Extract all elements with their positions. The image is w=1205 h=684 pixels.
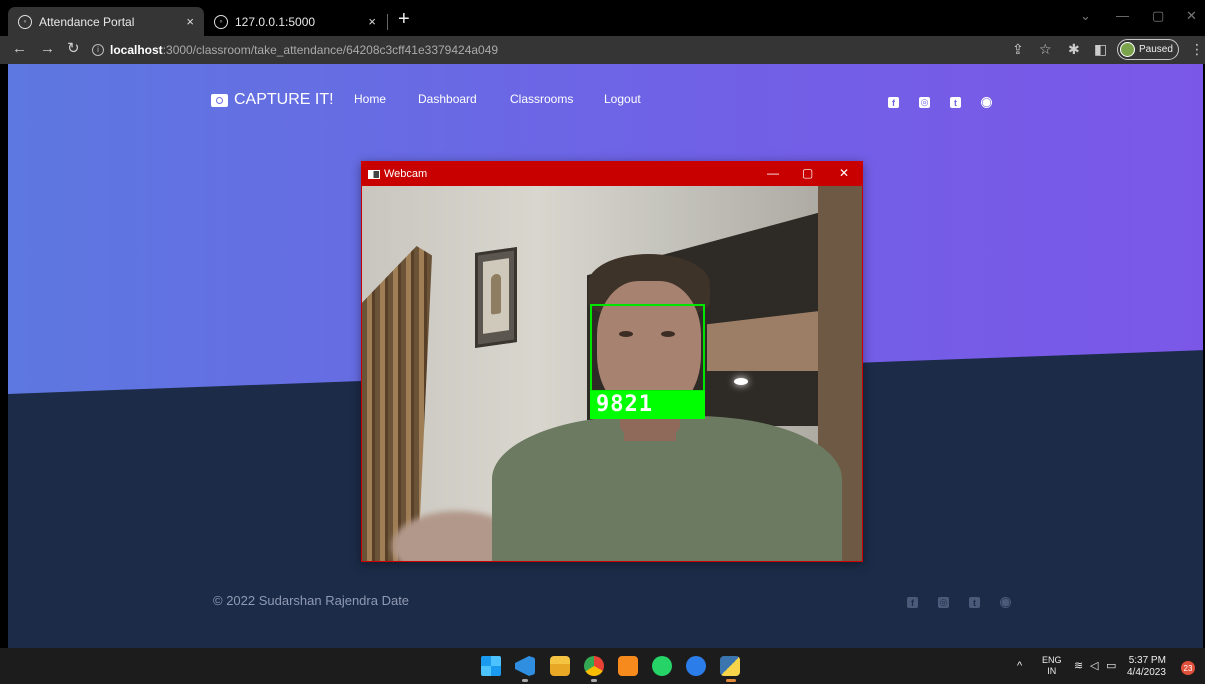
volume-icon[interactable]: ◁: [1090, 660, 1098, 672]
site-info-icon[interactable]: i: [92, 43, 104, 56]
facebook-icon[interactable]: f: [907, 597, 918, 608]
webcam-titlebar[interactable]: Webcam — ▢ ✕: [362, 162, 862, 186]
share-icon[interactable]: ⇪: [1012, 41, 1024, 57]
url-host: localhost: [110, 42, 163, 57]
nav-dashboard[interactable]: Dashboard: [418, 92, 477, 106]
language-indicator[interactable]: ENG IN: [1042, 655, 1062, 677]
notification-badge[interactable]: 23: [1181, 661, 1195, 675]
twitter-icon[interactable]: t: [950, 97, 961, 108]
frame-picture: [483, 258, 509, 334]
whatsapp-icon[interactable]: [652, 656, 672, 676]
profile-status: Paused: [1139, 44, 1173, 55]
reload-button[interactable]: ↻: [67, 39, 80, 59]
webcam-maximize-button[interactable]: ▢: [802, 166, 813, 180]
avatar: [1120, 42, 1135, 57]
footer-social-links: f ◎ t ◯: [907, 597, 1011, 608]
nav-home[interactable]: Home: [354, 92, 386, 106]
sublime-text-icon[interactable]: [618, 656, 638, 676]
app-icon[interactable]: [686, 656, 706, 676]
language-top: ENG: [1042, 655, 1062, 665]
battery-icon[interactable]: ▭: [1106, 660, 1116, 672]
twitter-icon[interactable]: t: [969, 597, 980, 608]
frame-art: [491, 273, 501, 315]
profile-button[interactable]: Paused: [1117, 39, 1179, 60]
url-path: :3000/classroom/take_attendance/64208c3c…: [162, 42, 499, 57]
url-bar[interactable]: i localhost:3000/classroom/take_attendan…: [92, 39, 972, 60]
copyright-text: © 2022 Sudarshan Rajendra Date: [213, 593, 410, 608]
file-explorer-icon[interactable]: [550, 656, 570, 676]
side-panel-icon[interactable]: ◧: [1094, 41, 1107, 57]
new-tab-button[interactable]: +: [398, 9, 410, 29]
face-detection-box: [590, 304, 705, 392]
nav-classrooms[interactable]: Classrooms: [510, 92, 573, 106]
forward-button[interactable]: →: [40, 39, 55, 59]
globe-icon: ◦: [214, 14, 228, 29]
tab-attendance-portal[interactable]: ◦ Attendance Portal ×: [8, 7, 204, 36]
tab-close-icon[interactable]: ×: [368, 14, 376, 29]
chevron-up-icon[interactable]: ^: [1017, 660, 1022, 672]
language-bottom: IN: [1047, 666, 1057, 676]
instagram-icon[interactable]: ◎: [919, 97, 930, 108]
tab-close-icon[interactable]: ×: [186, 14, 194, 29]
clock-time: 5:37 PM: [1128, 655, 1166, 666]
github-icon[interactable]: ◯: [1000, 597, 1011, 608]
face-id-label: 9821: [590, 391, 705, 419]
camera-icon: [211, 93, 228, 107]
minimize-button[interactable]: —: [1116, 8, 1129, 23]
tab-title: 127.0.0.1:5000: [235, 14, 316, 29]
webcam-window[interactable]: Webcam — ▢ ✕ 9821: [361, 161, 863, 562]
back-button[interactable]: ←: [12, 39, 27, 59]
extensions-icon[interactable]: ✱: [1068, 41, 1080, 57]
menu-kebab-icon[interactable]: ⋮: [1190, 41, 1204, 57]
wifi-icon[interactable]: ≋: [1074, 660, 1083, 672]
facebook-icon[interactable]: f: [888, 97, 899, 108]
tab-title: Attendance Portal: [39, 14, 135, 29]
close-window-button[interactable]: ✕: [1186, 8, 1197, 24]
webcam-feed: 9821: [362, 186, 862, 561]
windows-start-icon[interactable]: [481, 656, 501, 676]
github-icon[interactable]: ◯: [981, 97, 992, 108]
webcam-title: Webcam: [384, 168, 428, 180]
lamp-light: [734, 378, 748, 385]
restore-button[interactable]: ▢: [1152, 8, 1164, 24]
browser-tab-strip: ◦ Attendance Portal × ◦ 127.0.0.1:5000 ×…: [0, 0, 1205, 36]
bookmark-star-icon[interactable]: ☆: [1039, 41, 1052, 57]
webcam-close-button[interactable]: ✕: [839, 166, 849, 180]
tab-search-icon[interactable]: ⌄: [1080, 8, 1091, 24]
webcam-app-icon: [368, 169, 380, 179]
python-icon[interactable]: [720, 656, 740, 676]
tab-localhost-5000[interactable]: ◦ 127.0.0.1:5000 ×: [204, 7, 386, 36]
vscode-icon[interactable]: [515, 656, 535, 676]
system-clock[interactable]: 5:37 PM 4/4/2023: [1127, 655, 1166, 679]
running-indicator: [522, 679, 528, 682]
windows-taskbar: ^ ENG IN ≋ ◁ ▭ 5:37 PM 4/4/2023 23: [0, 648, 1205, 684]
header-social-links: f ◎ t ◯: [888, 97, 992, 108]
brand-logo[interactable]: CAPTURE IT!: [211, 91, 334, 109]
chrome-icon[interactable]: [584, 656, 604, 676]
tab-separator: [387, 14, 388, 30]
running-indicator: [591, 679, 597, 682]
instagram-icon[interactable]: ◎: [938, 597, 949, 608]
active-indicator: [726, 679, 736, 682]
clock-date: 4/4/2023: [1127, 667, 1166, 678]
globe-icon: ◦: [18, 14, 32, 29]
brand-name: CAPTURE IT!: [234, 91, 334, 108]
nav-logout[interactable]: Logout: [604, 92, 641, 106]
wall-picture-frame: [475, 247, 517, 348]
address-toolbar: ← → ↻ i localhost:3000/classroom/take_at…: [0, 36, 1205, 64]
webcam-minimize-button[interactable]: —: [767, 166, 779, 180]
